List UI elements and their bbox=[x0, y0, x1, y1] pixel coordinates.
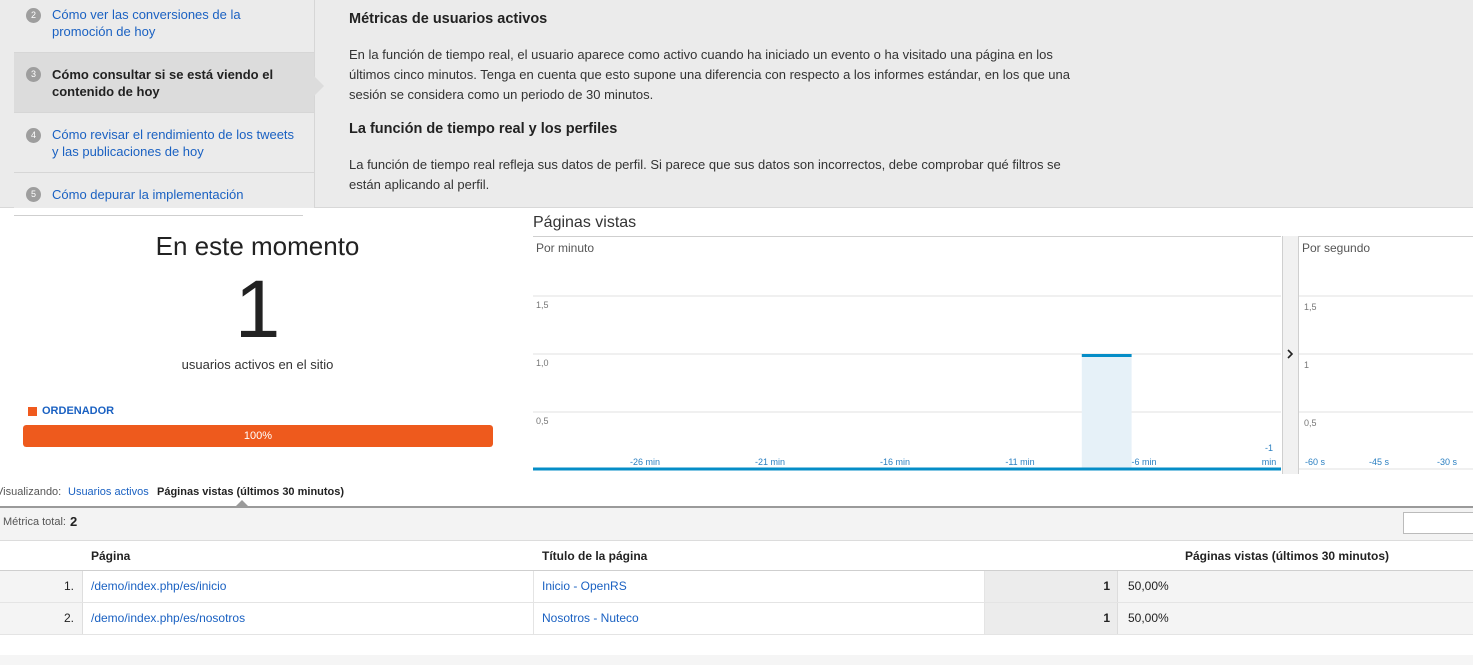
article-paragraph-2: La función de tiempo real refleja sus da… bbox=[349, 157, 1061, 192]
table-search-input[interactable] bbox=[1403, 512, 1473, 534]
row-title-link[interactable]: Inicio - OpenRS bbox=[534, 571, 985, 602]
x-tick-label: -16 min bbox=[880, 457, 910, 467]
help-steps-list: 2 Cómo ver las conversiones de la promoc… bbox=[14, 0, 314, 208]
step-number: 3 bbox=[26, 67, 41, 82]
step-number: 2 bbox=[26, 8, 41, 23]
table-row: 1. /demo/index.php/es/inicio Inicio - Op… bbox=[0, 571, 1473, 603]
divider bbox=[14, 215, 303, 216]
article-heading-profiles: La función de tiempo real y los perfiles bbox=[349, 121, 618, 137]
view-option-pageviews[interactable]: Páginas vistas (últimos 30 minutos) bbox=[157, 486, 344, 498]
view-selector: Visualizando: Usuarios activos Páginas v… bbox=[0, 484, 1473, 508]
help-panel: 2 Cómo ver las conversiones de la promoc… bbox=[0, 0, 1473, 208]
view-option-active-users[interactable]: Usuarios activos bbox=[68, 486, 149, 498]
active-step-arrow bbox=[314, 76, 324, 96]
x-tick-label: -60 s bbox=[1305, 457, 1326, 467]
pageviews-title: Páginas vistas bbox=[533, 214, 637, 231]
help-step-2[interactable]: 2 Cómo ver las conversiones de la promoc… bbox=[14, 0, 314, 53]
metric-total-value: 2 bbox=[70, 514, 78, 529]
article-paragraph-1: En la función de tiempo real, el usuario… bbox=[349, 47, 1070, 102]
device-legend-swatch bbox=[28, 407, 37, 416]
row-pageviews-percent: 50,00% bbox=[1118, 603, 1473, 634]
row-index: 2. bbox=[0, 603, 83, 634]
x-tick-label: -1 bbox=[1265, 443, 1273, 453]
table-footer bbox=[0, 655, 1473, 665]
step-label[interactable]: Cómo revisar el rendimiento de los tweet… bbox=[52, 126, 302, 160]
device-share-percent: 100% bbox=[243, 430, 273, 442]
y-tick-label: 0,5 bbox=[536, 416, 549, 426]
right-now-widget: En este momento 1 usuarios activos en el… bbox=[0, 209, 510, 479]
selected-view-caret bbox=[236, 500, 248, 506]
table-row: 2. /demo/index.php/es/nosotros Nosotros … bbox=[0, 603, 1473, 635]
y-tick-label: 1,5 bbox=[1304, 302, 1317, 312]
active-users-subtitle: usuarios activos en el sitio bbox=[181, 357, 334, 372]
device-legend-label[interactable]: ORDENADOR bbox=[42, 405, 114, 417]
article-heading-active-users: Métricas de usuarios activos bbox=[349, 11, 548, 27]
step-label[interactable]: Cómo depurar la implementación bbox=[52, 186, 302, 203]
help-step-3[interactable]: 3 Cómo consultar si se está viendo el co… bbox=[14, 53, 314, 113]
chart-bar-top bbox=[1081, 354, 1132, 357]
x-tick-label: min bbox=[1262, 457, 1277, 467]
row-index: 1. bbox=[0, 571, 83, 602]
help-step-5[interactable]: 5 Cómo depurar la implementación bbox=[14, 173, 314, 208]
step-number: 4 bbox=[26, 128, 41, 143]
table-header: Página Título de la página Páginas vista… bbox=[0, 541, 1473, 571]
row-pageviews-percent: 50,00% bbox=[1118, 571, 1473, 602]
help-step-4[interactable]: 4 Cómo revisar el rendimiento de los twe… bbox=[14, 113, 314, 173]
view-label: Visualizando: bbox=[0, 486, 62, 498]
y-tick-label: 1 bbox=[1304, 360, 1309, 370]
y-tick-label: 0,5 bbox=[1304, 418, 1317, 428]
device-share-bar: 100% bbox=[23, 425, 493, 447]
step-number: 5 bbox=[26, 187, 41, 202]
step-label[interactable]: Cómo consultar si se está viendo el cont… bbox=[52, 66, 302, 100]
chart-bar bbox=[1081, 354, 1132, 470]
y-tick-label: 1,5 bbox=[536, 300, 549, 310]
metric-total-row: Métrica total: 2 bbox=[0, 508, 1473, 541]
row-pageviews-value: 1 bbox=[985, 603, 1118, 634]
row-page-link[interactable]: /demo/index.php/es/inicio bbox=[83, 571, 534, 602]
step-label[interactable]: Cómo ver las conversiones de la promoció… bbox=[52, 6, 302, 40]
x-tick-label: -26 min bbox=[630, 457, 660, 467]
column-header-pageviews[interactable]: Páginas vistas (últimos 30 minutos) bbox=[1185, 549, 1389, 563]
active-users-count: 1 bbox=[234, 264, 281, 355]
x-tick-label: -30 s bbox=[1437, 457, 1458, 467]
chart-title-per-second: Por segundo bbox=[1302, 241, 1370, 255]
x-tick-label: -21 min bbox=[755, 457, 785, 467]
x-tick-label: -6 min bbox=[1131, 457, 1156, 467]
x-tick-label: -45 s bbox=[1369, 457, 1390, 467]
y-tick-label: 1,0 bbox=[536, 358, 549, 368]
column-header-page-title[interactable]: Título de la página bbox=[542, 549, 647, 563]
column-header-page[interactable]: Página bbox=[91, 549, 130, 563]
row-pageviews-value: 1 bbox=[985, 571, 1118, 602]
right-now-title: En este momento bbox=[155, 231, 360, 261]
metric-total-label: Métrica total: bbox=[3, 516, 66, 528]
steps-divider bbox=[314, 0, 315, 208]
row-title-link[interactable]: Nosotros - Nuteco bbox=[534, 603, 985, 634]
x-tick-label: -11 min bbox=[1005, 457, 1034, 467]
row-page-link[interactable]: /demo/index.php/es/nosotros bbox=[83, 603, 534, 634]
pageviews-chart: Por minuto 1,5 1,0 0,5 -26 min -21 min -16 min… bbox=[533, 236, 1473, 474]
chart-title-per-minute: Por minuto bbox=[536, 241, 594, 255]
